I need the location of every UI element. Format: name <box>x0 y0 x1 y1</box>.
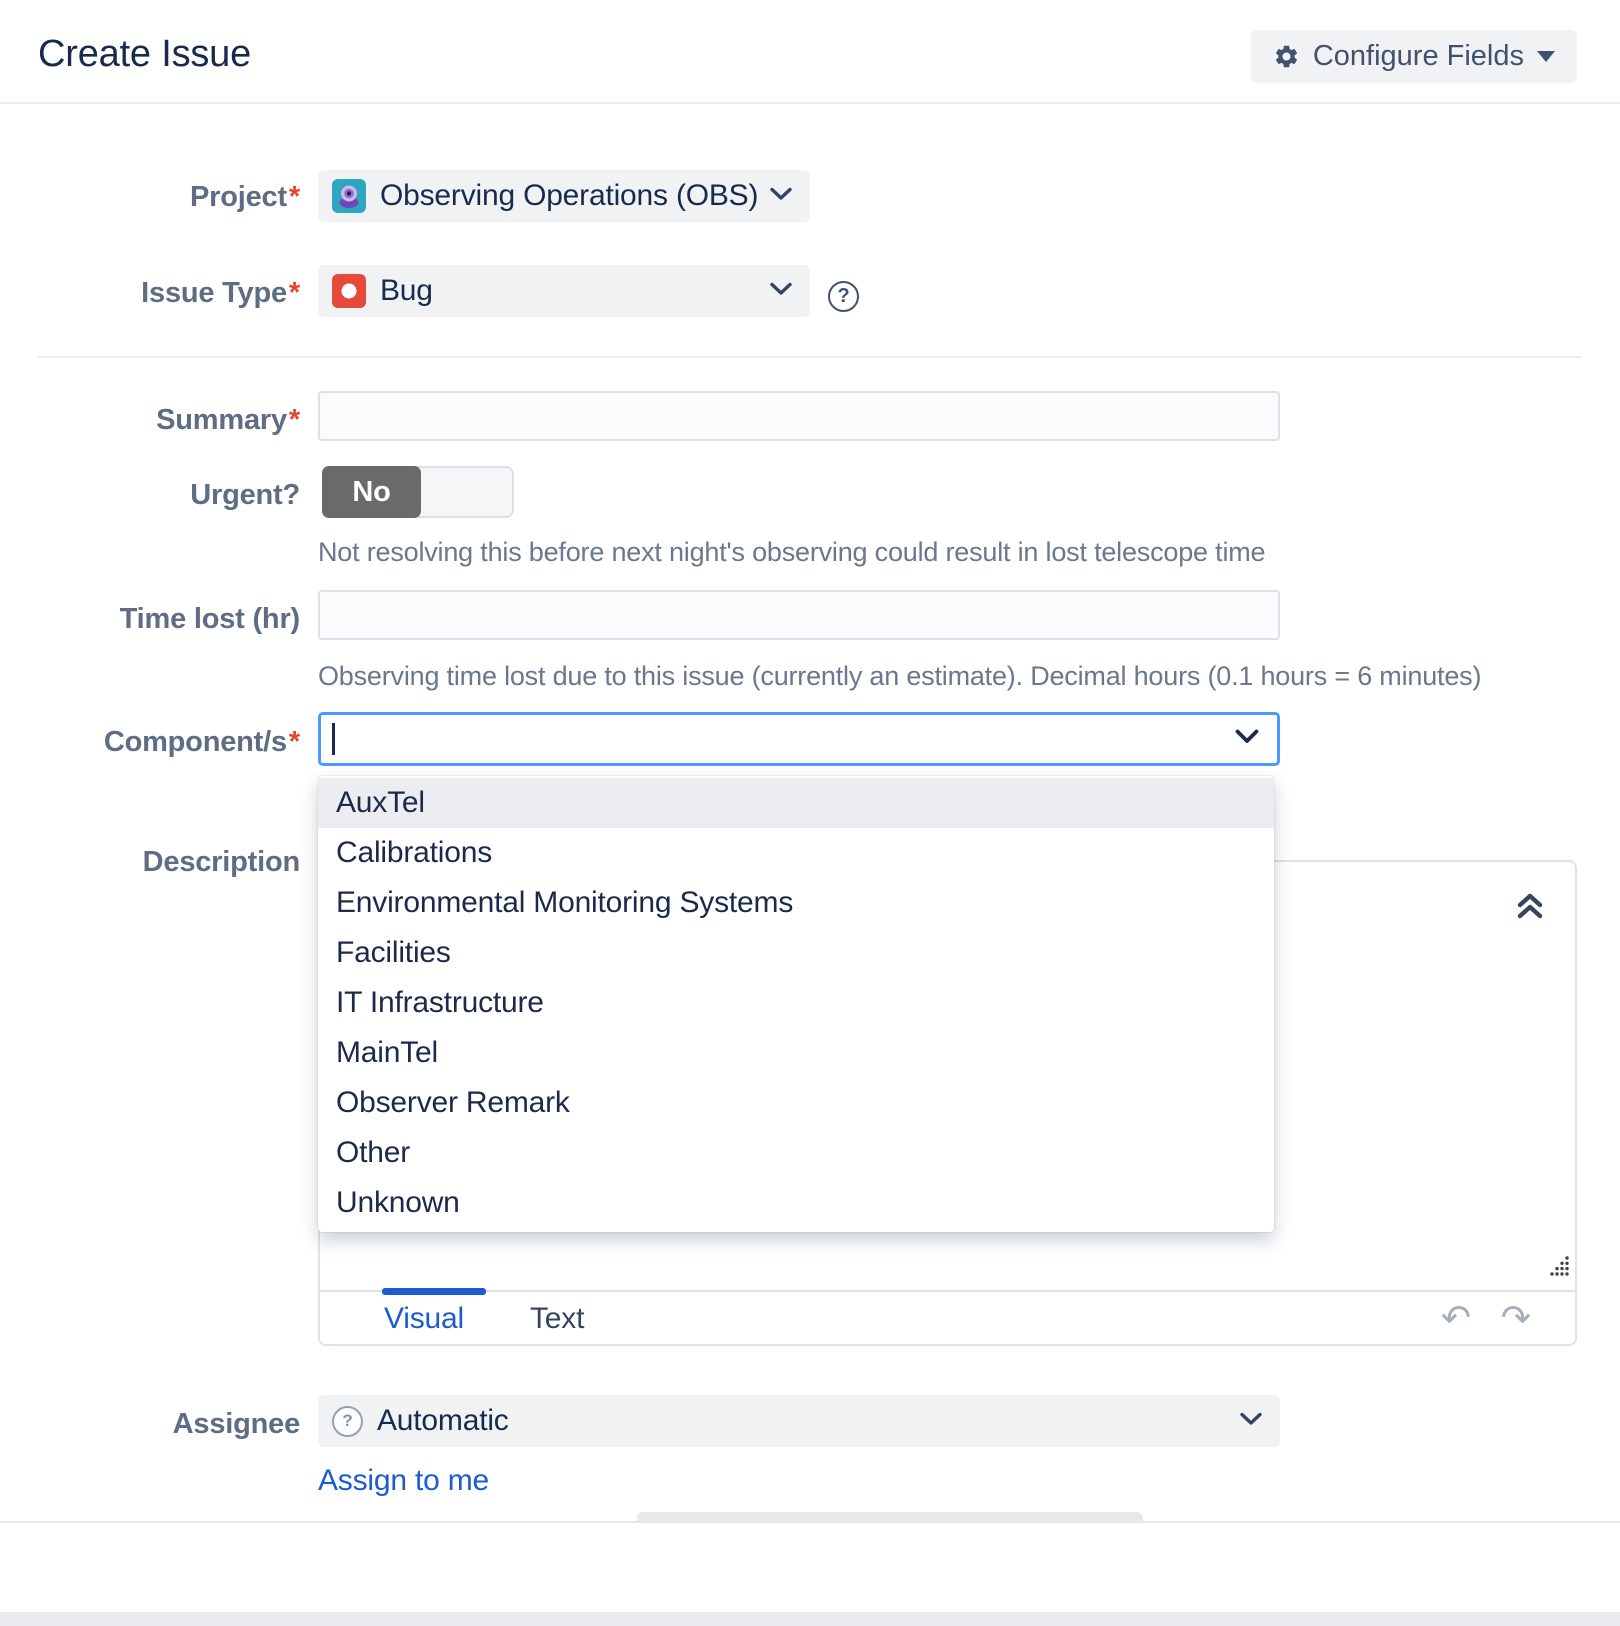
section-divider <box>38 356 1582 358</box>
dropdown-option[interactable]: MainTel <box>318 1028 1274 1078</box>
issue-type-value: Bug <box>380 274 433 308</box>
resize-handle[interactable] <box>1548 1255 1570 1282</box>
project-label: Project* <box>0 181 300 214</box>
chevron-down-icon <box>1240 1412 1262 1431</box>
text-cursor <box>332 723 335 755</box>
assignee-select[interactable]: ? Automatic <box>318 1395 1280 1447</box>
create-issue-dialog-page: Create Issue Configure Fields Project* O… <box>0 0 1620 1626</box>
urgent-label: Urgent? <box>0 479 300 512</box>
chevron-down-icon <box>1235 729 1259 749</box>
undo-button[interactable]: ↶ <box>1441 1292 1471 1346</box>
summary-input[interactable] <box>318 391 1280 441</box>
project-avatar-icon <box>332 179 366 213</box>
components-combobox[interactable] <box>318 712 1280 766</box>
time-lost-input[interactable] <box>318 590 1280 640</box>
redo-button[interactable]: ↷ <box>1501 1292 1531 1346</box>
create-issue-dialog: Create Issue Configure Fields Project* O… <box>0 0 1620 1612</box>
assignee-value: Automatic <box>377 1404 509 1438</box>
gear-icon <box>1273 43 1300 70</box>
assign-to-me-link[interactable]: Assign to me <box>318 1464 489 1498</box>
summary-label: Summary* <box>0 404 300 437</box>
collapse-icon[interactable] <box>1513 890 1547 924</box>
issue-type-label: Issue Type* <box>0 277 300 310</box>
configure-fields-button[interactable]: Configure Fields <box>1251 30 1577 83</box>
configure-fields-label: Configure Fields <box>1313 40 1524 73</box>
bug-icon <box>332 274 366 308</box>
urgent-toggle-state: No <box>322 466 421 518</box>
chevron-down-icon <box>770 187 792 206</box>
issue-type-select[interactable]: Bug <box>318 265 810 317</box>
dropdown-option[interactable]: Calibrations <box>318 828 1274 878</box>
dropdown-option[interactable]: Observer Remark <box>318 1078 1274 1128</box>
automatic-avatar-icon: ? <box>332 1406 363 1437</box>
components-dropdown: AuxTel Calibrations Environmental Monito… <box>318 776 1274 1232</box>
project-select-value: Observing Operations (OBS) <box>380 179 758 213</box>
tab-text[interactable]: Text <box>530 1292 584 1346</box>
time-lost-help-text: Observing time lost due to this issue (c… <box>318 661 1481 692</box>
dropdown-option[interactable]: AuxTel <box>318 778 1274 828</box>
dropdown-option[interactable]: IT Infrastructure <box>318 978 1274 1028</box>
tab-visual[interactable]: Visual <box>384 1292 464 1346</box>
assignee-label: Assignee <box>0 1408 300 1441</box>
dropdown-option[interactable]: Unknown <box>318 1178 1274 1228</box>
time-lost-label: Time lost (hr) <box>0 603 300 636</box>
page-background-strip <box>0 1612 1620 1626</box>
urgent-help-text: Not resolving this before next night's o… <box>318 537 1265 568</box>
chevron-down-icon <box>770 282 792 301</box>
page-title: Create Issue <box>38 33 251 76</box>
dropdown-option[interactable]: Other <box>318 1128 1274 1178</box>
urgent-toggle[interactable]: No <box>322 466 514 518</box>
description-label: Description <box>0 846 300 879</box>
dialog-footer: Create another Create Cancel <box>0 1523 1620 1612</box>
dropdown-option[interactable]: Environmental Monitoring Systems <box>318 878 1274 928</box>
components-label: Component/s* <box>0 726 300 759</box>
project-select[interactable]: Observing Operations (OBS) <box>318 170 810 222</box>
required-asterisk: * <box>287 726 300 758</box>
dropdown-option[interactable]: Facilities <box>318 928 1274 978</box>
dialog-header: Create Issue Configure Fields <box>0 0 1620 104</box>
required-asterisk: * <box>287 181 300 213</box>
caret-down-icon <box>1537 51 1555 62</box>
required-asterisk: * <box>287 404 300 436</box>
editor-tabbar: Visual Text ↶ ↷ <box>320 1290 1575 1344</box>
help-icon[interactable]: ? <box>828 281 859 312</box>
required-asterisk: * <box>287 277 300 309</box>
